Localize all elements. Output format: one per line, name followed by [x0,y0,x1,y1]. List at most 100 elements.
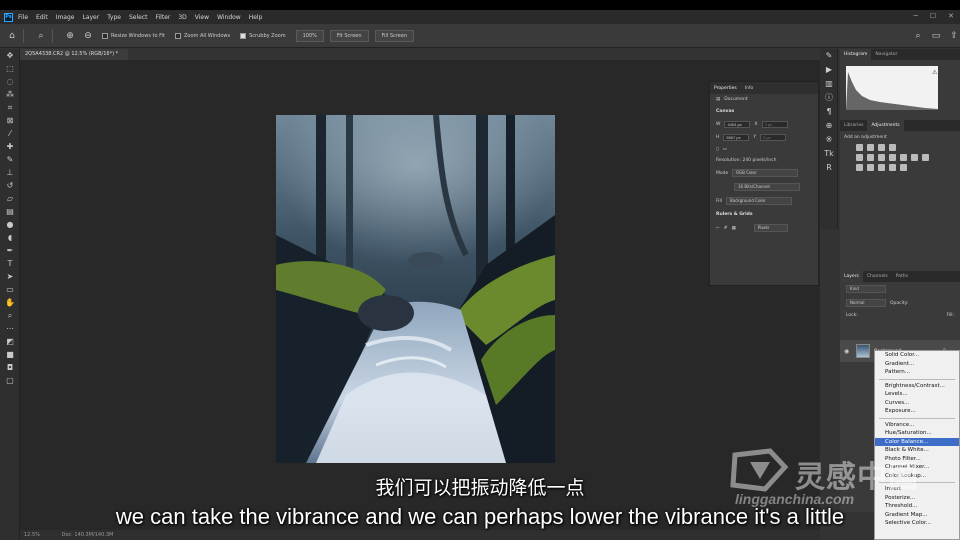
portrait-icon[interactable]: ▯ [716,147,718,152]
type-tool-icon[interactable]: T [0,257,20,270]
close-icon[interactable]: ✕ [948,12,954,20]
menu-item[interactable]: Color Balance... [875,437,959,446]
glyphs-icon[interactable]: ※ [820,133,838,147]
photo-filter-icon[interactable] [900,154,907,161]
gradient-tool-icon[interactable]: ▤ [0,205,20,218]
exposure-icon[interactable] [889,144,896,151]
checkbox-box[interactable] [240,32,247,39]
canvas-section-title[interactable]: Canvas [710,105,818,118]
units-select[interactable]: Pixels [753,224,788,232]
clone-source-icon[interactable]: ⊕ [820,119,838,133]
eyedropper-tool-icon[interactable]: ⁄ [0,127,20,140]
adjustments-icon[interactable]: ▥ [820,77,838,91]
levels-icon[interactable] [867,144,874,151]
quick-mask-icon[interactable]: ◘ [0,361,20,374]
blend-mode-select[interactable]: Normal [846,299,886,307]
tab-info[interactable]: Info [745,86,754,91]
plugin-tk-icon[interactable]: Tk [820,147,838,161]
fit-screen-button[interactable]: Fit Screen [329,29,369,42]
paragraph-icon[interactable]: ¶ [820,105,838,119]
play-icon[interactable]: ▶ [820,63,838,77]
width-field[interactable] [724,121,751,128]
menu-item[interactable]: Pattern... [875,368,959,377]
ruler-icon[interactable]: ⌐ [716,226,720,231]
screen-mode-icon[interactable]: ▢ [0,374,20,387]
hue-saturation-icon[interactable] [867,154,874,161]
fill-select[interactable]: Background Color [726,197,793,205]
guides-icon[interactable]: ▦ [732,226,736,231]
resize-windows-checkbox[interactable]: Resize Windows to Fit [102,32,165,39]
path-select-icon[interactable]: ➤ [0,270,20,283]
tab-properties[interactable]: Properties [714,86,737,91]
quick-select-tool-icon[interactable]: ⁂ [0,88,20,101]
zoom-tool-icon[interactable]: ⌕ [0,309,20,322]
fill-screen-button[interactable]: Fill Screen [374,29,415,42]
gradient-map-icon[interactable] [889,164,896,171]
marquee-tool-icon[interactable]: ⬚ [0,62,20,75]
lasso-tool-icon[interactable]: ◌ [0,75,20,88]
selective-color-icon[interactable] [900,164,907,171]
rulers-section-title[interactable]: Rulers & Grids [710,208,818,221]
curves-icon[interactable] [878,144,885,151]
eraser-tool-icon[interactable]: ▱ [0,192,20,205]
shape-tool-icon[interactable]: ▭ [0,283,20,296]
checkbox-box[interactable] [175,32,181,39]
menu-item[interactable]: Curves... [875,399,959,408]
vibrance-icon[interactable] [856,154,863,161]
tab-libraries[interactable]: Libraries [840,120,867,131]
menu-help[interactable]: Help [249,14,263,21]
status-zoom[interactable]: 12.5% [24,532,40,538]
menu-item[interactable]: Levels... [875,390,959,399]
history-brush-icon[interactable]: ↺ [0,179,20,192]
workspace-icon[interactable]: ▭ [930,30,942,42]
menu-window[interactable]: Window [217,14,241,21]
black-white-icon[interactable] [889,154,896,161]
brush-tool-icon[interactable]: ✎ [0,153,20,166]
height-field[interactable] [723,134,750,141]
menu-item[interactable]: Vibrance... [875,421,959,430]
dodge-tool-icon[interactable]: ◖ [0,231,20,244]
home-icon[interactable]: ⌂ [6,30,18,42]
tab-navigator[interactable]: Navigator [871,49,901,60]
menu-item[interactable]: Gradient... [875,360,959,369]
menu-item[interactable]: Exposure... [875,407,959,416]
checkbox-box[interactable] [102,32,108,39]
more-tools-icon[interactable]: ⋯ [0,322,20,335]
menu-item[interactable]: Brightness/Contrast... [875,382,959,391]
eye-icon[interactable]: ◉ [844,348,849,355]
color-swatch-icon[interactable]: ■ [0,348,20,361]
zoom-out-icon[interactable]: ⊖ [82,30,94,42]
menu-select[interactable]: Select [129,14,148,21]
landscape-icon[interactable]: ▭ [722,147,726,152]
share-icon[interactable]: ⇪ [948,30,960,42]
tab-histogram[interactable]: Histogram [840,49,872,60]
tab-layers[interactable]: Layers [840,271,863,282]
frame-tool-icon[interactable]: ⊠ [0,114,20,127]
menu-item[interactable]: Solid Color... [875,351,959,360]
pen-tool-icon[interactable]: ✒ [0,244,20,257]
threshold-icon[interactable] [878,164,885,171]
zoom-tool-icon[interactable]: ⌕ [35,30,47,42]
invert-icon[interactable] [856,164,863,171]
x-field[interactable] [761,121,788,128]
search-icon[interactable]: ⌕ [912,30,924,42]
color-lookup-icon[interactable] [922,154,929,161]
move-tool-icon[interactable]: ✥ [0,49,20,62]
plugin-r-icon[interactable]: R [820,161,838,175]
menu-edit[interactable]: Edit [36,14,48,21]
posterize-icon[interactable] [867,164,874,171]
info-icon[interactable]: ⓘ [820,91,838,105]
crop-tool-icon[interactable]: ⌗ [0,101,20,114]
kind-filter-select[interactable]: Kind [846,285,886,293]
default-colors-icon[interactable]: ◩ [0,335,20,348]
menu-3d[interactable]: 3D [178,14,186,21]
document-tab[interactable]: 2Q5A4338.CR2 @ 12.5% (RGB/16*) * [20,49,128,60]
hand-tool-icon[interactable]: ✋ [0,296,20,309]
maximize-icon[interactable]: ☐ [930,12,936,20]
healing-brush-icon[interactable]: ✚ [0,140,20,153]
menu-filter[interactable]: Filter [156,14,171,21]
brightness-icon[interactable] [856,144,863,151]
minimize-icon[interactable]: ─ [914,12,918,20]
menu-file[interactable]: File [18,14,28,21]
brush-settings-icon[interactable]: ✎ [820,49,838,63]
